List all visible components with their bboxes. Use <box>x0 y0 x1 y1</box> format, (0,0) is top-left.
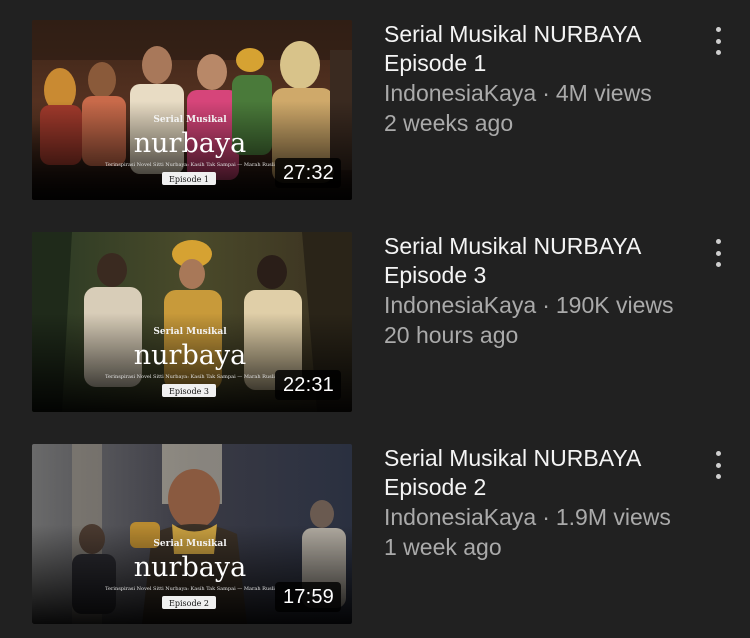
video-thumbnail[interactable]: Serial Musikal nurbaya Terinspirasi Nove… <box>32 20 352 200</box>
video-details: Serial Musikal NURBAYA Episode 3 Indones… <box>384 232 684 350</box>
thumb-episode-badge: Episode 1 <box>169 175 209 184</box>
thumb-series-text: Serial Musikal <box>153 539 227 549</box>
upload-age: 1 week ago <box>384 534 502 560</box>
view-count: 190K views <box>555 292 674 318</box>
channel-name[interactable]: IndonesiaKaya <box>384 292 536 318</box>
view-count: 4M views <box>555 80 652 106</box>
view-count: 1.9M views <box>555 504 671 530</box>
meta-separator: · <box>542 292 550 318</box>
video-details: Serial Musikal NURBAYA Episode 1 Indones… <box>384 20 684 138</box>
video-item[interactable]: Serial Musikal nurbaya Terinspirasi Nove… <box>0 232 750 412</box>
more-vertical-icon[interactable] <box>706 448 730 482</box>
upload-age: 2 weeks ago <box>384 110 514 136</box>
video-item[interactable]: Serial Musikal nurbaya Terinspirasi Nove… <box>0 444 750 624</box>
thumb-series-text: Serial Musikal <box>153 115 227 125</box>
thumb-series-text: Serial Musikal <box>153 327 227 337</box>
video-title[interactable]: Serial Musikal NURBAYA Episode 1 <box>384 20 684 78</box>
meta-separator: · <box>542 504 550 530</box>
more-vertical-icon[interactable] <box>706 236 730 270</box>
thumb-logo-text: nurbaya <box>134 552 246 583</box>
video-thumbnail[interactable]: Serial Musikal nurbaya Terinspirasi Nove… <box>32 444 352 624</box>
meta-separator: · <box>542 80 550 106</box>
video-meta: IndonesiaKaya · 1.9M views <box>384 503 684 532</box>
more-vertical-icon[interactable] <box>706 24 730 58</box>
channel-name[interactable]: IndonesiaKaya <box>384 504 536 530</box>
thumb-tagline-text: Terinspirasi Novel Sitti Nurbaya: Kasih … <box>105 374 275 380</box>
thumb-episode-badge: Episode 2 <box>169 599 209 608</box>
thumb-tagline-text: Terinspirasi Novel Sitti Nurbaya: Kasih … <box>105 162 275 168</box>
video-title[interactable]: Serial Musikal NURBAYA Episode 2 <box>384 444 684 502</box>
video-feed: Serial Musikal nurbaya Terinspirasi Nove… <box>0 0 750 638</box>
duration-badge: 22:31 <box>274 370 341 400</box>
video-meta: IndonesiaKaya · 4M views <box>384 79 684 108</box>
thumb-logo-text: nurbaya <box>134 128 246 159</box>
thumb-tagline-text: Terinspirasi Novel Sitti Nurbaya: Kasih … <box>105 586 275 592</box>
thumb-episode-badge: Episode 3 <box>169 387 209 396</box>
video-meta: IndonesiaKaya · 190K views <box>384 291 684 320</box>
channel-name[interactable]: IndonesiaKaya <box>384 80 536 106</box>
thumb-logo-text: nurbaya <box>134 340 246 371</box>
duration-badge: 27:32 <box>274 158 341 188</box>
video-details: Serial Musikal NURBAYA Episode 2 Indones… <box>384 444 684 562</box>
upload-age: 20 hours ago <box>384 322 519 348</box>
duration-badge: 17:59 <box>274 582 341 612</box>
video-item[interactable]: Serial Musikal nurbaya Terinspirasi Nove… <box>0 20 750 200</box>
video-thumbnail[interactable]: Serial Musikal nurbaya Terinspirasi Nove… <box>32 232 352 412</box>
video-title[interactable]: Serial Musikal NURBAYA Episode 3 <box>384 232 684 290</box>
